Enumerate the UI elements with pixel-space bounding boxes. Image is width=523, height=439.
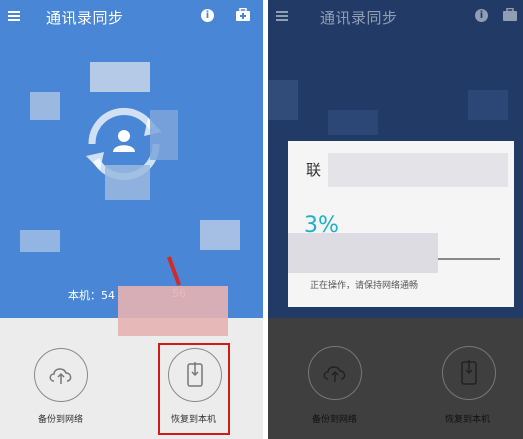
blur-mosaic [328,110,378,135]
blur-mosaic [118,286,228,336]
blur-mosaic [90,62,150,92]
page-title: 通讯录同步 [46,9,124,27]
contact-icon [113,130,135,152]
blur-mosaic [105,165,150,200]
progress-dialog: 联 3% 正在操作，请保持网络通畅 [288,141,514,307]
local-contact-count: 本机：54 [68,289,115,302]
backup-button-label: 备份到网络 [38,415,84,425]
left-screen: 通讯录同步 i 本机：54 56 [0,0,263,439]
blur-mosaic [268,80,298,120]
annotation-highlight-box [158,343,230,435]
menu-icon[interactable] [8,11,20,21]
blur-mosaic [328,153,508,187]
header-area: 通讯录同步 i 本机：54 56 [0,0,263,318]
phone-download-icon [461,360,477,385]
blur-mosaic [150,110,178,160]
toolbox-icon[interactable] [502,8,518,22]
cloud-upload-icon [323,366,346,382]
blur-mosaic [288,233,438,273]
app-bar: 通讯录同步 i [0,0,263,34]
cloud-upload-icon [49,368,72,384]
backup-button-label: 备份到网络 [312,415,358,425]
backup-button[interactable] [34,348,88,402]
blur-mosaic [30,92,60,120]
menu-icon[interactable] [276,11,288,21]
app-bar: 通讯录同步 i [268,0,523,34]
blur-mosaic [200,220,240,250]
status-message: 正在操作，请保持网络通畅 [310,281,419,291]
page-title: 通讯录同步 [320,9,398,27]
backup-button[interactable] [308,346,362,400]
info-icon[interactable]: i [201,9,214,22]
right-screen: 通讯录同步 i 联 3% 正在操作，请保持网络通畅 备份到网络 恢复到本机 [268,0,523,439]
toolbox-icon[interactable] [235,8,251,22]
restore-button-label: 恢复到本机 [445,415,491,425]
dialog-title: 联 [306,161,322,179]
info-icon[interactable]: i [475,9,488,22]
blur-mosaic [20,230,60,252]
blur-mosaic [468,90,508,120]
restore-button[interactable] [442,346,496,400]
